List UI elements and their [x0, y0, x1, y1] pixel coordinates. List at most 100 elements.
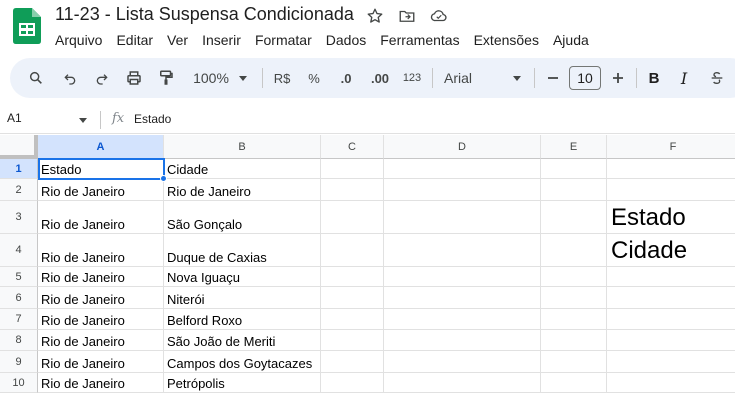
percent-button[interactable]: % [302, 58, 326, 98]
cell-e6[interactable] [541, 287, 607, 309]
cell-d3[interactable] [384, 201, 541, 234]
cell-c6[interactable] [321, 287, 384, 309]
more-formats-button[interactable]: 123 [400, 58, 424, 98]
font-size-input[interactable]: 10 [569, 66, 601, 90]
cell-f7[interactable] [607, 309, 735, 330]
increase-decimals-button[interactable]: .00 [366, 58, 394, 98]
document-title[interactable]: 11-23 - Lista Suspensa Condicionada [55, 4, 354, 25]
paint-format-icon[interactable] [154, 58, 178, 98]
cell-b1[interactable]: Cidade [164, 159, 321, 179]
cell-f5[interactable] [607, 267, 735, 287]
cell-a9[interactable]: Rio de Janeiro [38, 351, 164, 373]
cell-c9[interactable] [321, 351, 384, 373]
cell-f1[interactable] [607, 159, 735, 179]
cell-c4[interactable] [321, 234, 384, 267]
cell-d7[interactable] [384, 309, 541, 330]
decrease-decimals-button[interactable]: .0 [334, 58, 358, 98]
cell-c10[interactable] [321, 373, 384, 393]
cell-e3[interactable] [541, 201, 607, 234]
cell-b4[interactable]: Duque de Caxias [164, 234, 321, 267]
cell-c1[interactable] [321, 159, 384, 179]
row-header-1[interactable]: 1 [0, 159, 38, 179]
print-icon[interactable] [122, 58, 146, 98]
strikethrough-icon[interactable] [706, 58, 728, 98]
caret-down-icon[interactable] [510, 58, 524, 98]
currency-button[interactable]: R$ [270, 58, 294, 98]
menu-inserir[interactable]: Inserir [195, 30, 248, 50]
cell-d4[interactable] [384, 234, 541, 267]
cell-d1[interactable] [384, 159, 541, 179]
column-header-d[interactable]: D [384, 135, 541, 159]
cell-d5[interactable] [384, 267, 541, 287]
search-icon[interactable] [24, 58, 48, 98]
row-header-9[interactable]: 9 [0, 351, 38, 373]
minus-icon[interactable] [542, 58, 564, 98]
cell-e9[interactable] [541, 351, 607, 373]
menu-extensoes[interactable]: Extensões [467, 30, 546, 50]
menu-formatar[interactable]: Formatar [248, 30, 319, 50]
cell-a2[interactable]: Rio de Janeiro [38, 179, 164, 201]
row-header-6[interactable]: 6 [0, 287, 38, 309]
cell-a6[interactable]: Rio de Janeiro [38, 287, 164, 309]
row-header-5[interactable]: 5 [0, 267, 38, 287]
cell-a7[interactable]: Rio de Janeiro [38, 309, 164, 330]
cell-b6[interactable]: Niterói [164, 287, 321, 309]
row-header-2[interactable]: 2 [0, 179, 38, 201]
cell-a3[interactable]: Rio de Janeiro [38, 201, 164, 234]
cell-d10[interactable] [384, 373, 541, 393]
row-header-4[interactable]: 4 [0, 234, 38, 267]
cell-b9[interactable]: Campos dos Goytacazes [164, 351, 321, 373]
cell-f2[interactable] [607, 179, 735, 201]
cell-e2[interactable] [541, 179, 607, 201]
cell-e10[interactable] [541, 373, 607, 393]
menu-arquivo[interactable]: Arquivo [48, 30, 109, 50]
cell-f9[interactable] [607, 351, 735, 373]
cell-e5[interactable] [541, 267, 607, 287]
column-header-e[interactable]: E [541, 135, 607, 159]
cloud-saved-icon[interactable] [428, 5, 450, 27]
cell-b2[interactable]: Rio de Janeiro [164, 179, 321, 201]
cell-d9[interactable] [384, 351, 541, 373]
cell-e8[interactable] [541, 330, 607, 351]
cell-a10[interactable]: Rio de Janeiro [38, 373, 164, 393]
cell-d8[interactable] [384, 330, 541, 351]
italic-button[interactable]: I [674, 58, 694, 98]
cell-f10[interactable] [607, 373, 735, 393]
cell-b7[interactable]: Belford Roxo [164, 309, 321, 330]
sheets-logo-icon[interactable] [13, 8, 41, 44]
undo-icon[interactable] [58, 58, 82, 98]
move-folder-icon[interactable] [396, 5, 418, 27]
cell-b8[interactable]: São João de Meriti [164, 330, 321, 351]
cell-a5[interactable]: Rio de Janeiro [38, 267, 164, 287]
cell-b3[interactable]: São Gonçalo [164, 201, 321, 234]
formula-input[interactable]: Estado [134, 112, 171, 126]
redo-icon[interactable] [90, 58, 114, 98]
cell-f6[interactable] [607, 287, 735, 309]
column-header-b[interactable]: B [164, 135, 321, 159]
menu-ver[interactable]: Ver [160, 30, 195, 50]
cell-a8[interactable]: Rio de Janeiro [38, 330, 164, 351]
cell-b10[interactable]: Petrópolis [164, 373, 321, 393]
column-header-f[interactable]: F [607, 135, 735, 159]
menu-dados[interactable]: Dados [319, 30, 373, 50]
star-icon[interactable] [364, 5, 386, 27]
menu-ajuda[interactable]: Ajuda [546, 30, 596, 50]
row-header-3[interactable]: 3 [0, 201, 38, 234]
column-header-c[interactable]: C [321, 135, 384, 159]
cell-d6[interactable] [384, 287, 541, 309]
cell-c5[interactable] [321, 267, 384, 287]
bold-button[interactable]: B [644, 58, 664, 98]
cell-c3[interactable] [321, 201, 384, 234]
menu-ferramentas[interactable]: Ferramentas [373, 30, 466, 50]
cell-e1[interactable] [541, 159, 607, 179]
cell-d2[interactable] [384, 179, 541, 201]
cell-c7[interactable] [321, 309, 384, 330]
zoom-select[interactable]: 100% [188, 58, 234, 98]
plus-icon[interactable] [607, 58, 629, 98]
cell-b5[interactable]: Nova Iguaçu [164, 267, 321, 287]
cell-c8[interactable] [321, 330, 384, 351]
menu-editar[interactable]: Editar [109, 30, 160, 50]
name-box[interactable]: A1 [7, 111, 22, 125]
fill-handle[interactable] [160, 175, 167, 182]
cell-a1[interactable]: Estado [38, 159, 164, 179]
